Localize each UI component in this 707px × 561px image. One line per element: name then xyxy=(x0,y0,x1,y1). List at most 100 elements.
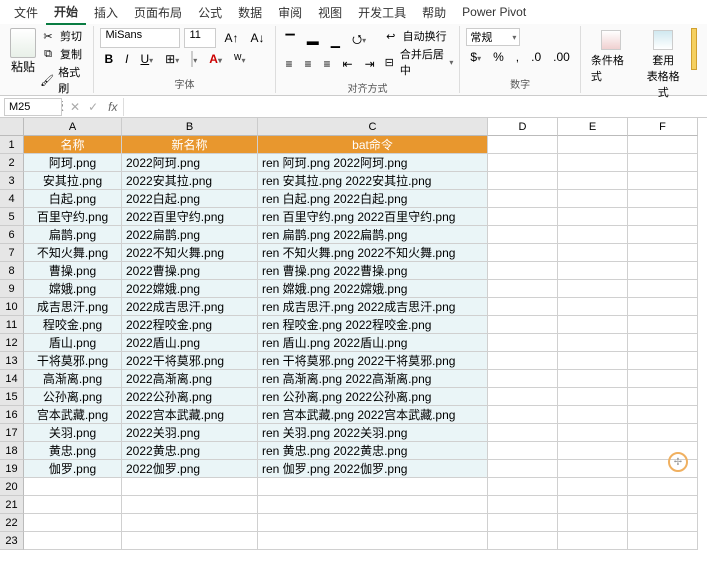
row-header[interactable]: 21 xyxy=(0,496,24,514)
fill-color-button[interactable]: ▾ xyxy=(187,50,201,68)
indent-left-icon[interactable]: ⇤ xyxy=(339,55,357,73)
cell[interactable]: 2022高渐离.png xyxy=(122,370,258,388)
cell[interactable] xyxy=(558,460,628,478)
border-button[interactable]: ⊞▾ xyxy=(161,50,183,68)
cell[interactable] xyxy=(258,496,488,514)
cell[interactable] xyxy=(558,442,628,460)
cell[interactable]: 2022不知火舞.png xyxy=(122,244,258,262)
comma-icon[interactable]: , xyxy=(512,48,523,66)
conditional-format-button[interactable]: 条件格式 xyxy=(587,28,635,86)
menu-item[interactable]: 插入 xyxy=(86,1,126,24)
cell[interactable] xyxy=(558,532,628,550)
column-header[interactable]: D xyxy=(488,118,558,136)
cell[interactable] xyxy=(24,496,122,514)
cell[interactable] xyxy=(558,406,628,424)
cell[interactable]: ren 成吉思汗.png 2022成吉思汗.png xyxy=(258,298,488,316)
cell[interactable] xyxy=(488,190,558,208)
cell[interactable]: 2022关羽.png xyxy=(122,424,258,442)
wrap-text-button[interactable]: ↩自动换行 xyxy=(383,28,454,44)
cell[interactable]: ren 宫本武藏.png 2022宫本武藏.png xyxy=(258,406,488,424)
cell[interactable] xyxy=(558,316,628,334)
cell[interactable]: ren 伽罗.png 2022伽罗.png xyxy=(258,460,488,478)
cell[interactable] xyxy=(628,442,698,460)
grid[interactable]: 名称新名称bat命令阿珂.png2022阿珂.pngren 阿珂.png 202… xyxy=(24,136,707,550)
cell[interactable] xyxy=(558,370,628,388)
cell[interactable] xyxy=(258,532,488,550)
cell[interactable] xyxy=(488,316,558,334)
cell[interactable]: 2022宫本武藏.png xyxy=(122,406,258,424)
cell[interactable] xyxy=(628,208,698,226)
cell[interactable]: ren 嫦娥.png 2022嫦娥.png xyxy=(258,280,488,298)
cell[interactable] xyxy=(122,478,258,496)
cell[interactable] xyxy=(558,514,628,532)
cell[interactable] xyxy=(24,514,122,532)
cancel-icon[interactable]: ✕ xyxy=(66,100,84,114)
cell[interactable] xyxy=(558,352,628,370)
cell[interactable] xyxy=(558,334,628,352)
cell[interactable] xyxy=(558,172,628,190)
cell[interactable] xyxy=(628,532,698,550)
cell[interactable]: 成吉思汗.png xyxy=(24,298,122,316)
cell[interactable] xyxy=(628,316,698,334)
row-header[interactable]: 15 xyxy=(0,388,24,406)
cell[interactable] xyxy=(122,532,258,550)
decrease-font-icon[interactable]: A↓ xyxy=(246,29,268,47)
cell[interactable] xyxy=(558,226,628,244)
header-cell[interactable]: bat命令 xyxy=(258,136,488,154)
column-header[interactable]: B xyxy=(122,118,258,136)
font-size-select[interactable]: 11 xyxy=(184,28,216,48)
cell[interactable]: ren 黄忠.png 2022黄忠.png xyxy=(258,442,488,460)
cell[interactable] xyxy=(558,280,628,298)
cell[interactable] xyxy=(558,388,628,406)
row-header[interactable]: 10 xyxy=(0,298,24,316)
cell[interactable] xyxy=(628,388,698,406)
cell[interactable] xyxy=(488,334,558,352)
cell[interactable] xyxy=(122,514,258,532)
font-color-button[interactable]: A▾ xyxy=(205,50,226,68)
column-header[interactable]: C xyxy=(258,118,488,136)
cell[interactable]: ren 关羽.png 2022关羽.png xyxy=(258,424,488,442)
cell[interactable] xyxy=(488,208,558,226)
cell[interactable]: 宫本武藏.png xyxy=(24,406,122,424)
cell[interactable] xyxy=(488,172,558,190)
cell[interactable]: ren 扁鹊.png 2022扁鹊.png xyxy=(258,226,488,244)
cell[interactable]: ren 高渐离.png 2022高渐离.png xyxy=(258,370,488,388)
cell[interactable]: 伽罗.png xyxy=(24,460,122,478)
cell[interactable]: 程咬金.png xyxy=(24,316,122,334)
cell[interactable] xyxy=(628,352,698,370)
cell[interactable] xyxy=(488,280,558,298)
row-header[interactable]: 17 xyxy=(0,424,24,442)
cell[interactable]: 关羽.png xyxy=(24,424,122,442)
cell[interactable] xyxy=(488,226,558,244)
cell[interactable] xyxy=(488,460,558,478)
menu-item[interactable]: 公式 xyxy=(190,1,230,24)
menu-item[interactable]: 数据 xyxy=(230,1,270,24)
fx-icon[interactable]: fx xyxy=(102,100,123,114)
cell[interactable] xyxy=(628,370,698,388)
cell[interactable]: ren 盾山.png 2022盾山.png xyxy=(258,334,488,352)
copy-button[interactable]: ⧉复制 xyxy=(40,46,87,62)
row-header[interactable]: 11 xyxy=(0,316,24,334)
cell[interactable]: 2022成吉思汗.png xyxy=(122,298,258,316)
cell[interactable]: 曹操.png xyxy=(24,262,122,280)
cell[interactable] xyxy=(488,514,558,532)
align-right-icon[interactable]: ≡ xyxy=(320,55,335,73)
phonetic-button[interactable]: ᵂ▾ xyxy=(230,50,250,68)
cell[interactable] xyxy=(488,478,558,496)
cell[interactable] xyxy=(488,370,558,388)
cell[interactable]: 2022公孙离.png xyxy=(122,388,258,406)
cell[interactable]: 2022程咬金.png xyxy=(122,316,258,334)
name-box[interactable] xyxy=(4,98,62,116)
menu-item[interactable]: 页面布局 xyxy=(126,1,190,24)
cell[interactable] xyxy=(488,154,558,172)
menu-item[interactable]: 视图 xyxy=(310,1,350,24)
cell[interactable]: ren 安其拉.png 2022安其拉.png xyxy=(258,172,488,190)
cell[interactable] xyxy=(558,208,628,226)
menu-item[interactable]: 开发工具 xyxy=(350,1,414,24)
row-header[interactable]: 7 xyxy=(0,244,24,262)
cell[interactable]: 2022盾山.png xyxy=(122,334,258,352)
cell[interactable] xyxy=(558,478,628,496)
cell[interactable] xyxy=(628,496,698,514)
align-top-icon[interactable]: ▔ xyxy=(282,32,299,50)
row-header[interactable]: 13 xyxy=(0,352,24,370)
